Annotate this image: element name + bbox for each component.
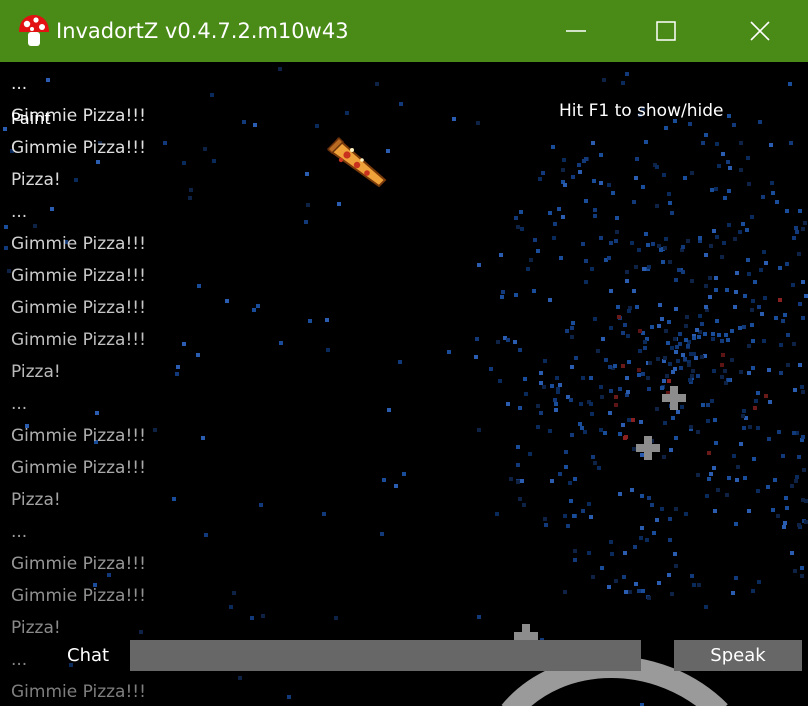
maximize-button[interactable]: [620, 0, 712, 62]
chat-message: Gimmie Pizza!!!: [11, 234, 146, 254]
chat-message: Gimmie Pizza!!!: [11, 138, 146, 158]
chat-message: Gimmie Pizza!!!: [11, 426, 146, 446]
chat-message: Pizza!: [11, 170, 61, 190]
chat-message: Gimmie Pizza!!!: [11, 330, 146, 350]
chat-log: ... Gimmie Pizza!!! Gimmie Pizza!!! Pizza!.…: [11, 68, 146, 706]
chat-message: Gimmie Pizza!!!: [11, 266, 146, 286]
title-bar[interactable]: InvadortZ v0.4.7.2.m10w43: [0, 0, 808, 62]
close-button[interactable]: [714, 0, 806, 62]
chat-message: Gimmie Pizza!!!: [11, 682, 146, 702]
help-hint: Hit F1 to show/hide: [559, 101, 724, 121]
window-title: InvadortZ v0.4.7.2.m10w43: [56, 19, 349, 43]
maximize-icon: [656, 21, 676, 41]
paint-label: Paint: [11, 109, 51, 128]
chat-message: ...: [11, 522, 28, 542]
chat-label: Chat: [67, 645, 110, 666]
game-viewport[interactable]: ... Gimmie Pizza!!! Gimmie Pizza!!! Pizza!.…: [0, 62, 808, 706]
chat-message: ...: [11, 74, 28, 94]
chat-message: Gimmie Pizza!!!: [11, 554, 146, 574]
game-window: InvadortZ v0.4.7.2.m10w43 ... Gimmie Piz…: [0, 0, 808, 706]
chat-message: Pizza!: [11, 618, 61, 638]
mushroom-icon: [19, 15, 49, 46]
chat-message: Gimmie Pizza!!!: [11, 458, 146, 478]
pizza-slice-icon: [326, 136, 387, 188]
chat-message: Pizza!: [11, 362, 61, 382]
chat-message: Pizza!: [11, 490, 61, 510]
close-icon: [750, 21, 770, 41]
chat-message: Gimmie Pizza!!!: [11, 586, 146, 606]
minimize-icon: [566, 30, 586, 32]
chat-message: ...: [11, 394, 28, 414]
chat-message: ...: [11, 202, 28, 222]
speak-button[interactable]: Speak: [674, 640, 802, 671]
chat-input[interactable]: [130, 640, 641, 671]
chat-message: Gimmie Pizza!!!: [11, 298, 146, 318]
minimize-button[interactable]: [530, 0, 622, 62]
